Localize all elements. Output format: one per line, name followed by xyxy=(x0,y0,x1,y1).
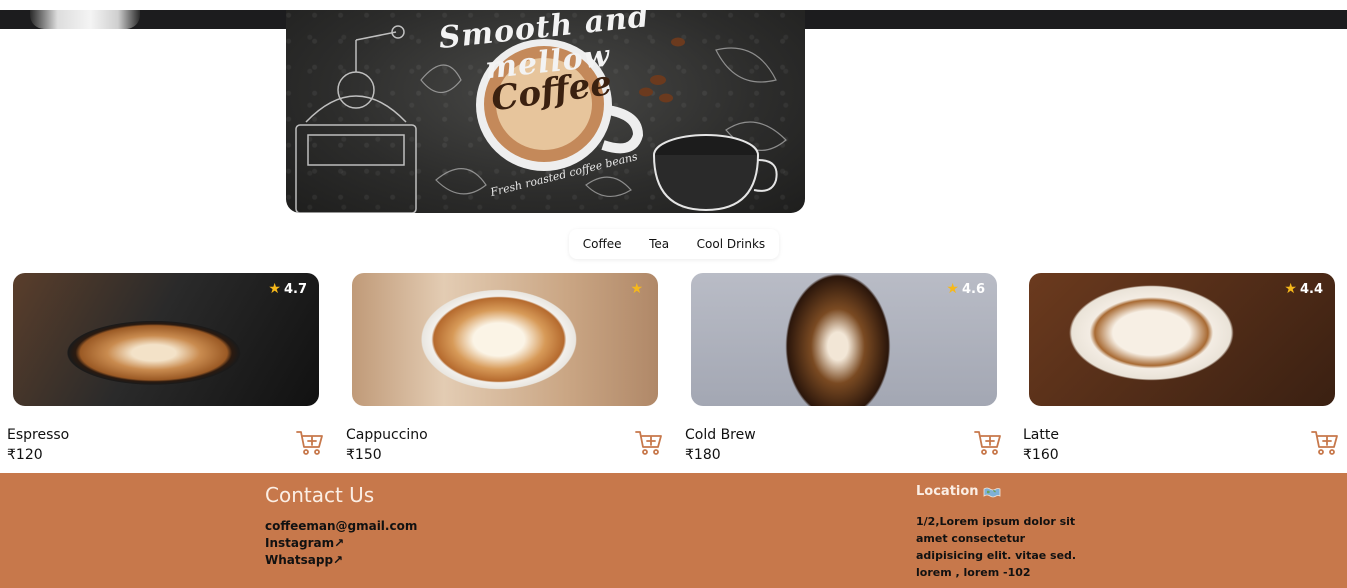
product-card-espresso[interactable]: ★ 4.7 Espresso ₹120 xyxy=(7,273,323,473)
rating-badge: ★ 4.6 xyxy=(946,281,985,297)
tab-cool-drinks[interactable]: Cool Drinks xyxy=(693,235,770,253)
star-icon: ★ xyxy=(1284,281,1297,297)
rating-value: 4.4 xyxy=(1299,281,1323,297)
star-icon: ★ xyxy=(268,281,281,297)
location-title: Location xyxy=(916,484,979,499)
product-price: ₹150 xyxy=(346,447,382,463)
product-price: ₹160 xyxy=(1023,447,1059,463)
star-icon: ★ xyxy=(946,281,959,297)
rating-value: 4.7 xyxy=(283,281,307,297)
product-name: Espresso xyxy=(7,427,70,443)
whatsapp-link[interactable]: Whatsapp↗ xyxy=(265,553,343,567)
cart-add-icon[interactable] xyxy=(634,428,664,458)
contact-title: Contact Us xyxy=(265,483,375,507)
location-heading: Location xyxy=(916,484,1001,499)
location-address: 1/2,Lorem ipsum dolor sit amet consectet… xyxy=(916,515,1077,579)
rating-badge: ★ 4.7 xyxy=(268,281,307,297)
map-icon xyxy=(983,487,1000,497)
star-icon: ★ xyxy=(630,281,643,297)
footer: Contact Us coffeeman@gmail.com Instagram… xyxy=(0,473,1347,588)
rating-badge: ★ xyxy=(630,281,646,297)
product-price: ₹180 xyxy=(685,447,721,463)
product-image[interactable]: ★ 4.7 xyxy=(13,273,319,406)
cart-add-icon[interactable] xyxy=(973,428,1003,458)
tab-coffee[interactable]: Coffee xyxy=(579,235,626,253)
product-name: Cappuccino xyxy=(346,427,428,443)
product-image[interactable]: ★ 4.6 xyxy=(691,273,997,406)
rating-badge: ★ 4.4 xyxy=(1284,281,1323,297)
product-image[interactable]: ★ xyxy=(352,273,658,406)
product-name: Latte xyxy=(1023,427,1059,443)
cart-add-icon[interactable] xyxy=(1310,428,1340,458)
cart-add-icon[interactable] xyxy=(295,428,325,458)
product-name: Cold Brew xyxy=(685,427,756,443)
email-link[interactable]: coffeeman@gmail.com xyxy=(265,519,417,533)
category-tabs: Coffee Tea Cool Drinks xyxy=(569,229,779,259)
product-card-latte[interactable]: ★ 4.4 Latte ₹160 xyxy=(1023,273,1338,473)
product-image[interactable]: ★ 4.4 xyxy=(1029,273,1335,406)
rating-value: 4.6 xyxy=(961,281,985,297)
product-price: ₹120 xyxy=(7,447,43,463)
hero-banner: Smooth and mellow Coffee Fresh roasted c… xyxy=(286,10,805,213)
product-card-cappuccino[interactable]: ★ Cappuccino ₹150 xyxy=(346,273,662,473)
product-card-cold-brew[interactable]: ★ 4.6 Cold Brew ₹180 xyxy=(685,273,1001,473)
tab-tea[interactable]: Tea xyxy=(645,235,673,253)
instagram-link[interactable]: Instagram↗ xyxy=(265,536,344,550)
cup-image-edge xyxy=(30,10,140,29)
